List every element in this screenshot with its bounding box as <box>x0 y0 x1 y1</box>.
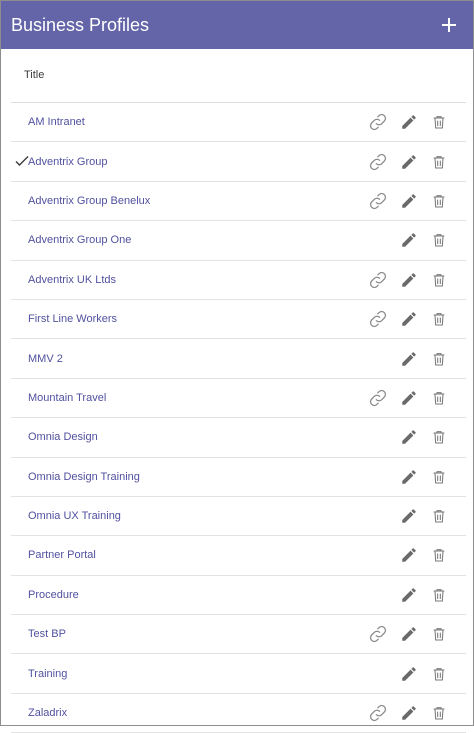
link-icon[interactable] <box>367 190 389 212</box>
profile-title-link[interactable]: Omnia Design Training <box>28 471 140 483</box>
table-row[interactable]: Omnia Design Training <box>11 458 466 497</box>
table-row[interactable]: Adventrix UK Ltds <box>11 261 466 300</box>
trash-icon[interactable] <box>428 308 450 330</box>
table-row[interactable]: Adventrix Group Benelux <box>11 182 466 222</box>
link-icon[interactable] <box>367 111 389 133</box>
pencil-icon[interactable] <box>398 663 420 685</box>
pencil-icon[interactable] <box>398 544 420 566</box>
row-actions <box>367 221 466 259</box>
table-row[interactable]: Mountain Travel <box>11 379 466 419</box>
table-row[interactable]: Partner Portal <box>11 536 466 576</box>
pencil-icon[interactable] <box>398 466 420 488</box>
pencil-icon[interactable] <box>398 190 420 212</box>
table-row[interactable]: Omnia UX Training <box>11 497 466 537</box>
row-actions <box>367 536 466 574</box>
pencil-icon[interactable] <box>398 623 420 645</box>
table-row[interactable]: First Line Workers <box>11 300 466 340</box>
profile-title-link[interactable]: First Line Workers <box>28 313 117 325</box>
profile-title-link[interactable]: Adventrix Group <box>28 156 107 168</box>
trash-icon[interactable] <box>428 702 450 724</box>
trash-icon[interactable] <box>428 229 450 251</box>
profile-title-link[interactable]: Omnia Design <box>28 431 98 443</box>
link-icon[interactable] <box>367 623 389 645</box>
table-row[interactable]: Procedure <box>11 576 466 616</box>
trash-icon[interactable] <box>428 584 450 606</box>
table-row[interactable]: Adventrix Group <box>11 142 466 182</box>
pencil-icon[interactable] <box>398 348 420 370</box>
row-actions <box>367 300 466 338</box>
pencil-icon[interactable] <box>398 308 420 330</box>
add-profile-button[interactable] <box>435 11 463 39</box>
profile-title-link[interactable]: Adventrix Group Benelux <box>28 195 150 207</box>
trash-icon[interactable] <box>428 466 450 488</box>
profiles-list: AM Intranet Adventrix Group Adventrix Grou… <box>11 103 466 733</box>
link-icon[interactable] <box>367 702 389 724</box>
row-actions <box>367 103 466 141</box>
trash-icon[interactable] <box>428 623 450 645</box>
checkmark-icon <box>15 154 29 168</box>
profile-title-link[interactable]: Training <box>28 668 67 680</box>
table-row[interactable]: AM Intranet <box>11 103 466 143</box>
row-actions <box>367 654 466 692</box>
profile-title-link[interactable]: Adventrix UK Ltds <box>28 274 116 286</box>
trash-icon[interactable] <box>428 111 450 133</box>
link-icon[interactable] <box>367 387 389 409</box>
row-actions <box>367 339 466 377</box>
profile-title-link[interactable]: Adventrix Group One <box>28 234 131 246</box>
trash-icon[interactable] <box>428 348 450 370</box>
profiles-table: Title AM Intranet Adventrix Group Adventri… <box>1 49 473 733</box>
table-row[interactable]: MMV 2 <box>11 339 466 379</box>
profile-title-link[interactable]: Zaladrix <box>28 707 67 719</box>
table-row[interactable]: Test BP <box>11 615 466 655</box>
pencil-icon[interactable] <box>398 426 420 448</box>
row-actions <box>367 379 466 417</box>
pencil-icon[interactable] <box>398 229 420 251</box>
trash-icon[interactable] <box>428 387 450 409</box>
trash-icon[interactable] <box>428 426 450 448</box>
panel-header: Business Profiles <box>1 1 473 49</box>
pencil-icon[interactable] <box>398 269 420 291</box>
pencil-icon[interactable] <box>398 387 420 409</box>
profile-title-link[interactable]: Mountain Travel <box>28 392 106 404</box>
pencil-icon[interactable] <box>398 702 420 724</box>
row-actions <box>367 418 466 456</box>
row-actions <box>367 261 466 299</box>
trash-icon[interactable] <box>428 269 450 291</box>
trash-icon[interactable] <box>428 544 450 566</box>
row-actions <box>367 458 466 496</box>
trash-icon[interactable] <box>428 505 450 527</box>
trash-icon[interactable] <box>428 151 450 173</box>
trash-icon[interactable] <box>428 190 450 212</box>
profile-title-link[interactable]: AM Intranet <box>28 116 85 128</box>
table-row[interactable]: Omnia Design <box>11 418 466 458</box>
pencil-icon[interactable] <box>398 111 420 133</box>
profile-title-link[interactable]: Omnia UX Training <box>28 510 121 522</box>
table-row[interactable]: Adventrix Group One <box>11 221 466 261</box>
row-actions <box>367 576 466 614</box>
column-header-title: Title <box>11 69 466 103</box>
pencil-icon[interactable] <box>398 505 420 527</box>
trash-icon[interactable] <box>428 663 450 685</box>
link-icon[interactable] <box>367 269 389 291</box>
plus-icon <box>442 18 456 32</box>
profile-title-link[interactable]: Test BP <box>28 628 66 640</box>
row-actions <box>367 497 466 535</box>
row-actions <box>367 615 466 653</box>
panel-title: Business Profiles <box>11 14 150 35</box>
link-icon[interactable] <box>367 151 389 173</box>
row-actions <box>367 694 466 732</box>
pencil-icon[interactable] <box>398 151 420 173</box>
row-actions <box>367 182 466 220</box>
profile-title-link[interactable]: MMV 2 <box>28 353 63 365</box>
profile-title-link[interactable]: Partner Portal <box>28 549 96 561</box>
profile-title-link[interactable]: Procedure <box>28 589 79 601</box>
link-icon[interactable] <box>367 308 389 330</box>
row-actions <box>367 142 466 180</box>
business-profiles-panel: Business Profiles Title AM Intranet Adven… <box>0 0 474 733</box>
table-row[interactable]: Training <box>11 654 466 694</box>
table-row[interactable]: Zaladrix <box>11 694 466 733</box>
pencil-icon[interactable] <box>398 584 420 606</box>
